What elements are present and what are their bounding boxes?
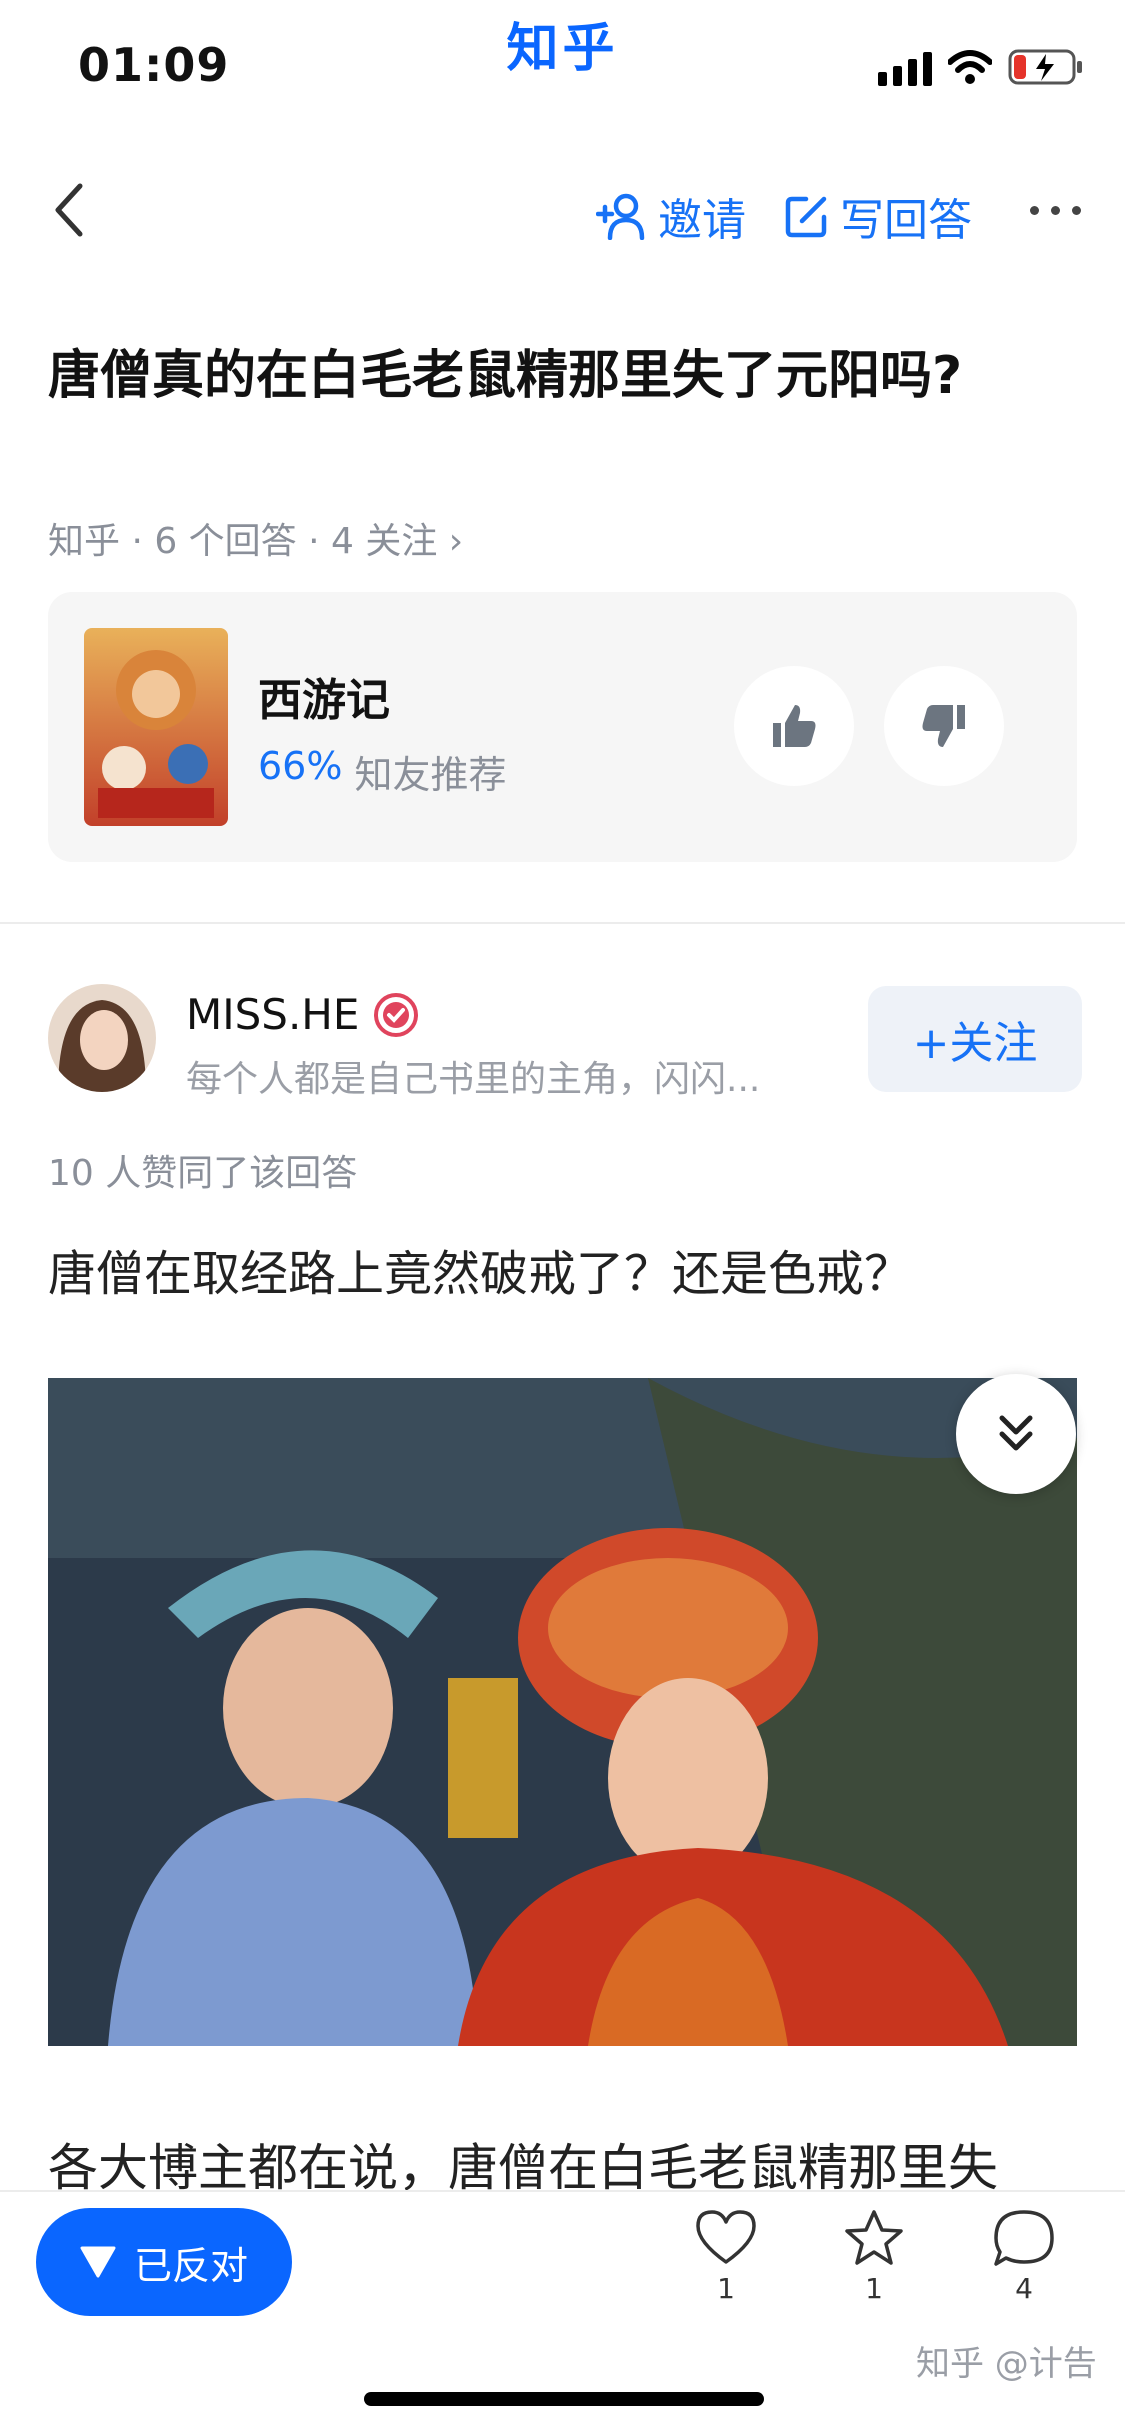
vote-summary: 10 人赞同了该回答 (48, 1153, 358, 1194)
invite-button[interactable]: 邀请 (596, 184, 746, 248)
invite-label: 邀请 (658, 195, 746, 246)
verified-badge-icon (374, 992, 419, 1037)
home-indicator[interactable] (364, 2392, 764, 2406)
recommend-label: 知友推荐 (354, 753, 507, 797)
author-row[interactable]: MISS.HE (186, 990, 419, 1039)
write-answer-label: 写回答 (840, 195, 972, 246)
like-button[interactable]: 1 (666, 2208, 786, 2305)
media-name: 西游记 (258, 675, 390, 726)
triangle-down-icon (80, 2246, 116, 2278)
comment-button[interactable]: 4 (964, 2208, 1084, 2305)
wifi-icon (948, 50, 992, 84)
more-icon[interactable] (1030, 206, 1081, 215)
double-chevron-down-icon (999, 1415, 1033, 1451)
thumbs-down-button[interactable] (884, 666, 1004, 786)
comment-count: 4 (1015, 2272, 1033, 2305)
oppose-label: 已反对 (133, 2243, 248, 2288)
author-bio: 每个人都是自己书里的主角，闪闪... (186, 1059, 761, 1100)
edit-icon (785, 196, 827, 238)
signal-icon (878, 52, 932, 86)
media-card[interactable]: 西游记 66% 知友推荐 (48, 592, 1077, 862)
battery-icon (1008, 49, 1082, 85)
write-answer-button[interactable]: 写回答 (784, 184, 972, 248)
thumbs-up-button[interactable] (734, 666, 854, 786)
collapse-button[interactable] (956, 1374, 1076, 1494)
answer-paragraph: 唐僧在取经路上竟然破戒了？还是色戒？ (48, 1246, 913, 1302)
thumbs-down-icon (922, 705, 965, 747)
heart-icon (696, 2210, 756, 2264)
oppose-button[interactable]: 已反对 (36, 2208, 292, 2316)
follow-button[interactable]: +关注 (868, 986, 1082, 1092)
status-bar: 01:09 知乎 (0, 0, 1125, 130)
favorite-count: 1 (865, 2272, 883, 2305)
avatar[interactable] (48, 984, 156, 1092)
answer-image[interactable] (48, 1378, 1077, 2046)
question-meta[interactable]: 知乎 · 6 个回答 · 4 关注 › (48, 512, 463, 564)
recommend-line: 66% 知友推荐 (258, 744, 506, 799)
thumbs-up-icon (773, 705, 816, 747)
top-navigation: 邀请 写回答 (0, 160, 1125, 260)
watermark: 知乎 @计告 (916, 2344, 1097, 2384)
star-icon (845, 2210, 903, 2265)
poster-image (84, 628, 228, 826)
section-divider (0, 922, 1125, 924)
recommend-percent: 66% (258, 744, 343, 788)
question-title[interactable]: 唐僧真的在白毛老鼠精那里失了元阳吗? (48, 335, 1008, 417)
like-count: 1 (717, 2272, 735, 2305)
favorite-button[interactable]: 1 (814, 2208, 934, 2305)
comment-icon (994, 2210, 1054, 2266)
add-person-icon (596, 193, 645, 240)
back-icon[interactable] (52, 182, 86, 238)
author-name[interactable]: MISS.HE (186, 990, 359, 1039)
